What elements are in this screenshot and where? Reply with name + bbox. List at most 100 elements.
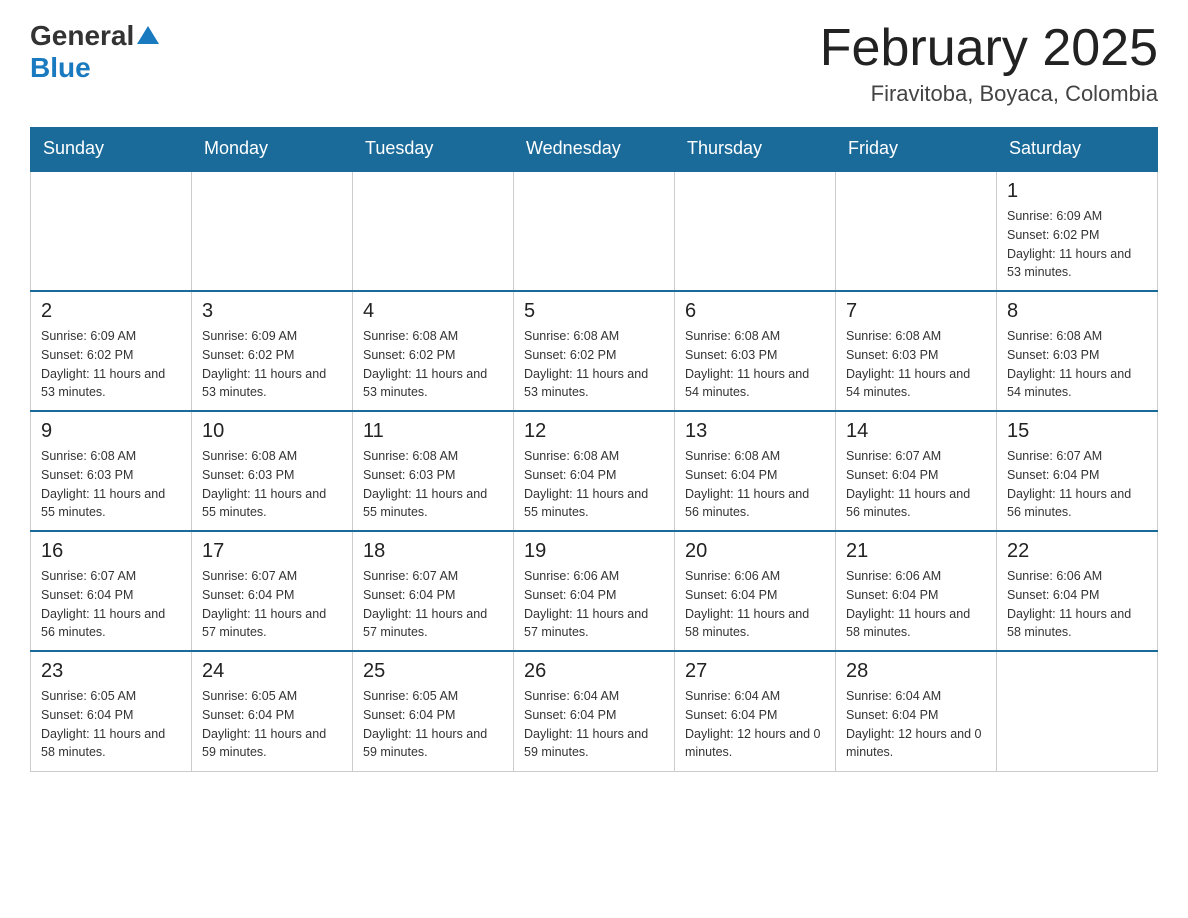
day-info: Sunrise: 6:06 AMSunset: 6:04 PMDaylight:… [1007, 567, 1147, 642]
calendar-cell: 10 Sunrise: 6:08 AMSunset: 6:03 PMDayligh… [192, 411, 353, 531]
title-section: February 2025 Firavitoba, Boyaca, Colomb… [820, 20, 1158, 107]
day-number: 27 [685, 660, 825, 683]
calendar-cell: 9 Sunrise: 6:08 AMSunset: 6:03 PMDaylight… [31, 411, 192, 531]
day-info: Sunrise: 6:04 AMSunset: 6:04 PMDaylight:… [524, 687, 664, 762]
calendar-cell [997, 651, 1158, 771]
day-number: 10 [202, 420, 342, 443]
day-info: Sunrise: 6:07 AMSunset: 6:04 PMDaylight:… [1007, 447, 1147, 522]
page-header: General Blue February 2025 Firavitoba, B… [30, 20, 1158, 107]
day-info: Sunrise: 6:07 AMSunset: 6:04 PMDaylight:… [846, 447, 986, 522]
day-info: Sunrise: 6:09 AMSunset: 6:02 PMDaylight:… [202, 327, 342, 402]
day-number: 25 [363, 660, 503, 683]
calendar-cell: 14 Sunrise: 6:07 AMSunset: 6:04 PMDayligh… [836, 411, 997, 531]
logo-icon [137, 24, 159, 46]
day-number: 5 [524, 300, 664, 323]
calendar-cell: 23 Sunrise: 6:05 AMSunset: 6:04 PMDayligh… [31, 651, 192, 771]
calendar-header-row: Sunday Monday Tuesday Wednesday Thursday… [31, 128, 1158, 171]
calendar-cell: 18Sunrise: 6:07 AMSunset: 6:04 PMDayligh… [353, 531, 514, 651]
calendar-cell: 12 Sunrise: 6:08 AMSunset: 6:04 PMDayligh… [514, 411, 675, 531]
calendar-cell: 28 Sunrise: 6:04 AMSunset: 6:04 PMDayligh… [836, 651, 997, 771]
day-number: 23 [41, 660, 181, 683]
calendar-cell: 25 Sunrise: 6:05 AMSunset: 6:04 PMDayligh… [353, 651, 514, 771]
day-info: Sunrise: 6:05 AMSunset: 6:04 PMDaylight:… [41, 687, 181, 762]
day-info: Sunrise: 6:04 AMSunset: 6:04 PMDaylight:… [685, 687, 825, 762]
day-number: 17 [202, 540, 342, 563]
calendar-cell: 26 Sunrise: 6:04 AMSunset: 6:04 PMDayligh… [514, 651, 675, 771]
day-info: Sunrise: 6:09 AMSunset: 6:02 PMDaylight:… [41, 327, 181, 402]
calendar-cell: 8 Sunrise: 6:08 AMSunset: 6:03 PMDaylight… [997, 291, 1158, 411]
calendar-cell [353, 171, 514, 292]
day-number: 13 [685, 420, 825, 443]
day-number: 1 [1007, 180, 1147, 203]
calendar-cell: 1Sunrise: 6:09 AMSunset: 6:02 PMDaylight… [997, 171, 1158, 292]
calendar-cell: 5Sunrise: 6:08 AMSunset: 6:02 PMDaylight… [514, 291, 675, 411]
calendar-cell: 6 Sunrise: 6:08 AMSunset: 6:03 PMDaylight… [675, 291, 836, 411]
calendar-cell [675, 171, 836, 292]
calendar-cell: 27 Sunrise: 6:04 AMSunset: 6:04 PMDayligh… [675, 651, 836, 771]
day-number: 2 [41, 300, 181, 323]
day-number: 7 [846, 300, 986, 323]
header-wednesday: Wednesday [514, 128, 675, 171]
calendar-cell [31, 171, 192, 292]
calendar-row: 2 Sunrise: 6:09 AMSunset: 6:02 PMDaylight… [31, 291, 1158, 411]
logo: General Blue [30, 20, 159, 84]
calendar-cell [192, 171, 353, 292]
day-number: 24 [202, 660, 342, 683]
logo-blue-text: Blue [30, 52, 91, 84]
day-number: 16 [41, 540, 181, 563]
day-number: 14 [846, 420, 986, 443]
day-info: Sunrise: 6:07 AMSunset: 6:04 PMDaylight:… [202, 567, 342, 642]
day-number: 20 [685, 540, 825, 563]
calendar-cell: 22 Sunrise: 6:06 AMSunset: 6:04 PMDayligh… [997, 531, 1158, 651]
calendar-row: 9 Sunrise: 6:08 AMSunset: 6:03 PMDaylight… [31, 411, 1158, 531]
day-info: Sunrise: 6:08 AMSunset: 6:03 PMDaylight:… [202, 447, 342, 522]
day-number: 19 [524, 540, 664, 563]
calendar-row: 23 Sunrise: 6:05 AMSunset: 6:04 PMDayligh… [31, 651, 1158, 771]
day-info: Sunrise: 6:07 AMSunset: 6:04 PMDaylight:… [41, 567, 181, 642]
day-info: Sunrise: 6:06 AMSunset: 6:04 PMDaylight:… [685, 567, 825, 642]
day-number: 15 [1007, 420, 1147, 443]
day-info: Sunrise: 6:08 AMSunset: 6:04 PMDaylight:… [685, 447, 825, 522]
calendar-cell: 3Sunrise: 6:09 AMSunset: 6:02 PMDaylight… [192, 291, 353, 411]
day-info: Sunrise: 6:06 AMSunset: 6:04 PMDaylight:… [524, 567, 664, 642]
day-info: Sunrise: 6:04 AMSunset: 6:04 PMDaylight:… [846, 687, 986, 762]
calendar-table: Sunday Monday Tuesday Wednesday Thursday… [30, 127, 1158, 772]
header-friday: Friday [836, 128, 997, 171]
header-monday: Monday [192, 128, 353, 171]
calendar-cell: 20 Sunrise: 6:06 AMSunset: 6:04 PMDayligh… [675, 531, 836, 651]
calendar-cell: 15 Sunrise: 6:07 AMSunset: 6:04 PMDayligh… [997, 411, 1158, 531]
day-number: 26 [524, 660, 664, 683]
calendar-cell: 4 Sunrise: 6:08 AMSunset: 6:02 PMDaylight… [353, 291, 514, 411]
calendar-cell [836, 171, 997, 292]
calendar-cell: 21 Sunrise: 6:06 AMSunset: 6:04 PMDayligh… [836, 531, 997, 651]
day-info: Sunrise: 6:08 AMSunset: 6:03 PMDaylight:… [1007, 327, 1147, 402]
calendar-subtitle: Firavitoba, Boyaca, Colombia [820, 81, 1158, 107]
day-info: Sunrise: 6:08 AMSunset: 6:03 PMDaylight:… [846, 327, 986, 402]
day-info: Sunrise: 6:08 AMSunset: 6:03 PMDaylight:… [685, 327, 825, 402]
day-info: Sunrise: 6:05 AMSunset: 6:04 PMDaylight:… [202, 687, 342, 762]
day-number: 21 [846, 540, 986, 563]
day-number: 4 [363, 300, 503, 323]
calendar-cell: 19 Sunrise: 6:06 AMSunset: 6:04 PMDayligh… [514, 531, 675, 651]
calendar-row: 16 Sunrise: 6:07 AMSunset: 6:04 PMDayligh… [31, 531, 1158, 651]
calendar-cell: 16 Sunrise: 6:07 AMSunset: 6:04 PMDayligh… [31, 531, 192, 651]
day-number: 9 [41, 420, 181, 443]
day-number: 18 [363, 540, 503, 563]
day-info: Sunrise: 6:08 AMSunset: 6:02 PMDaylight:… [363, 327, 503, 402]
header-sunday: Sunday [31, 128, 192, 171]
day-number: 28 [846, 660, 986, 683]
day-number: 22 [1007, 540, 1147, 563]
calendar-cell: 17 Sunrise: 6:07 AMSunset: 6:04 PMDayligh… [192, 531, 353, 651]
day-info: Sunrise: 6:05 AMSunset: 6:04 PMDaylight:… [363, 687, 503, 762]
day-number: 6 [685, 300, 825, 323]
day-number: 8 [1007, 300, 1147, 323]
calendar-cell: 2 Sunrise: 6:09 AMSunset: 6:02 PMDaylight… [31, 291, 192, 411]
day-number: 12 [524, 420, 664, 443]
day-info: Sunrise: 6:08 AMSunset: 6:03 PMDaylight:… [41, 447, 181, 522]
calendar-cell: 11Sunrise: 6:08 AMSunset: 6:03 PMDayligh… [353, 411, 514, 531]
day-info: Sunrise: 6:06 AMSunset: 6:04 PMDaylight:… [846, 567, 986, 642]
day-number: 11 [363, 420, 503, 443]
logo-general-text: General [30, 20, 134, 52]
day-info: Sunrise: 6:08 AMSunset: 6:04 PMDaylight:… [524, 447, 664, 522]
calendar-cell: 13 Sunrise: 6:08 AMSunset: 6:04 PMDayligh… [675, 411, 836, 531]
